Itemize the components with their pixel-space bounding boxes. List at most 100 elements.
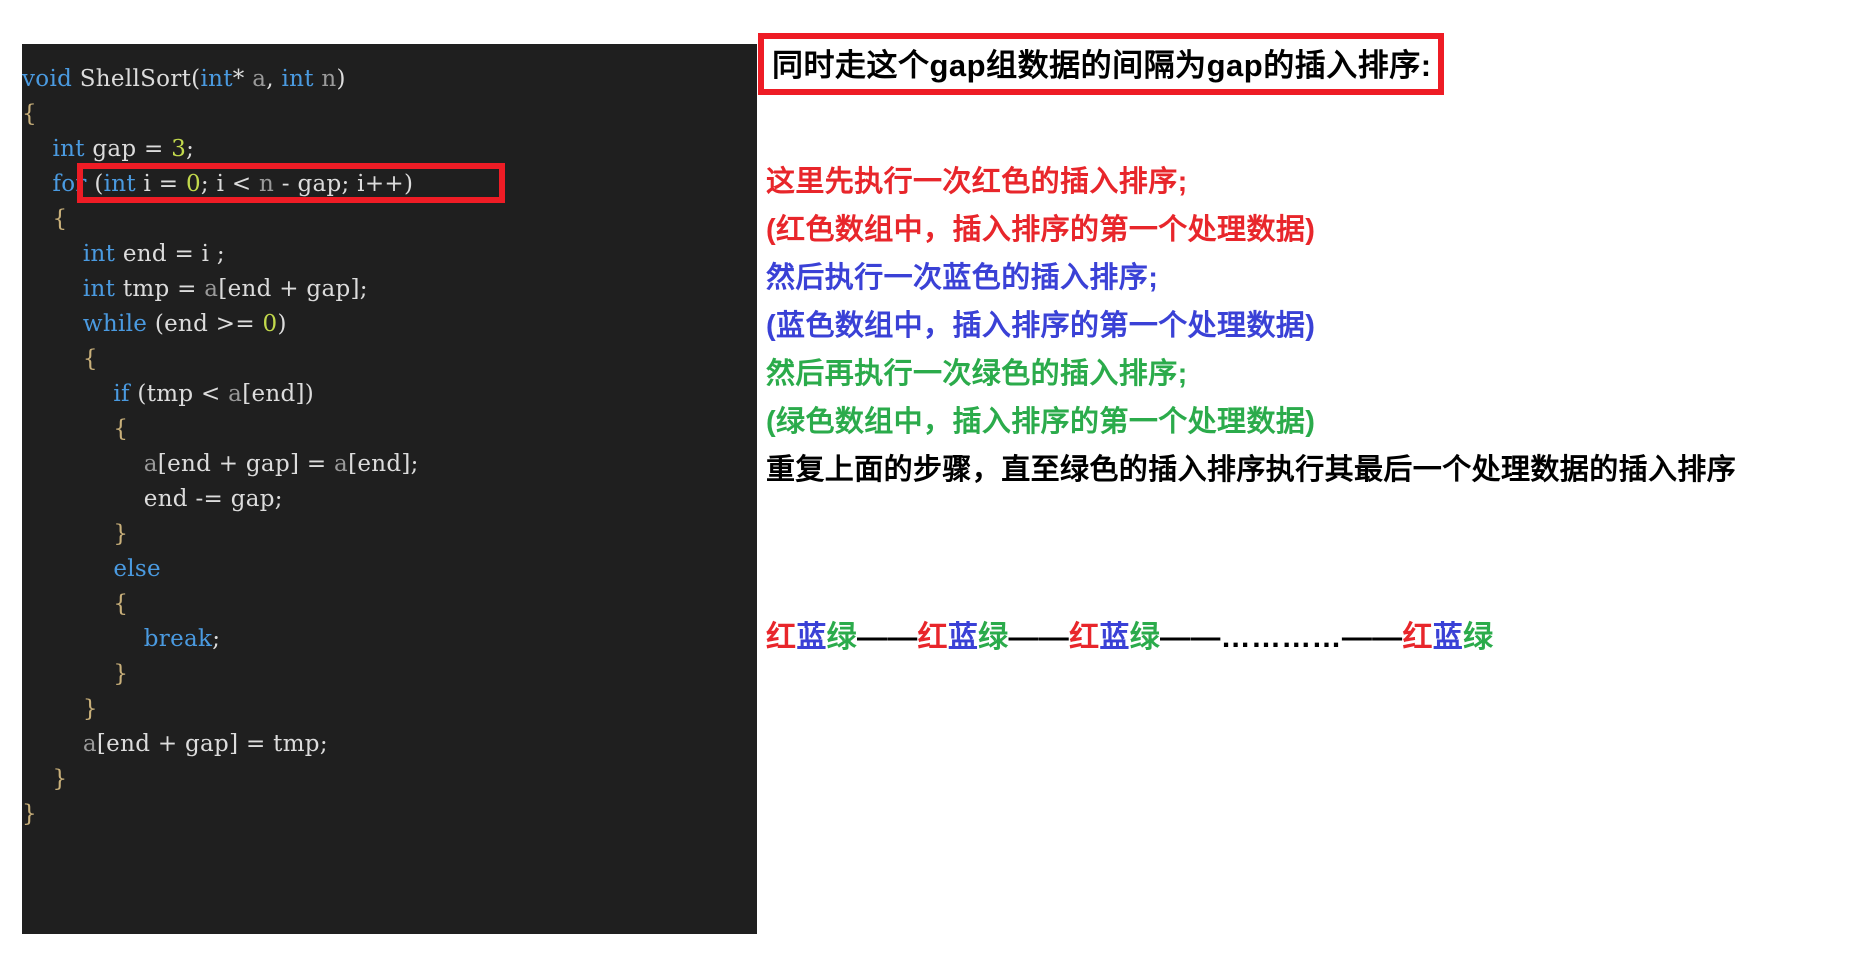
code-token: int [281,66,314,92]
sequence-segment: 蓝 [947,621,979,654]
code-line: while (end >= 0) [22,307,757,342]
code-token: int [103,171,136,197]
sequence-segment: 红 [1402,621,1433,654]
code-line: a[end + gap] = a[end]; [22,447,757,482]
code-token: ( [86,171,104,197]
code-line: } [22,762,757,797]
note-line: 然后再执行一次绿色的插入排序; [766,358,1188,390]
code-token: end -= gap; [143,486,283,512]
code-token: end = i ; [115,241,225,267]
code-token: ) [336,66,346,92]
note-line: 重复上面的步骤，直至绿色的插入排序执行其最后一个处理数据的插入排序 [766,454,1737,486]
code-line: } [22,517,757,552]
code-token: ) [277,311,287,337]
sequence-segment: 绿 [978,621,1009,654]
code-token: a [82,731,97,757]
code-token: void [22,66,80,92]
code-token: [end + gap] = tmp; [96,731,328,757]
code-token: ; i < [200,171,260,197]
code-token: [end + gap]; [218,276,368,302]
code-token: int [200,66,233,92]
code-token: i = [135,171,186,197]
code-line: { [22,202,757,237]
code-token: - gap; i++) [274,171,414,197]
code-token: int [52,136,85,162]
annotation-panel: 同时走这个gap组数据的间隔为gap的插入排序: 这里先执行一次红色的插入排序;… [757,0,1861,973]
code-line: int gap = 3; [22,132,757,167]
note-line: (红色数组中，插入排序的第一个处理数据) [766,214,1316,246]
code-editor-panel: void ShellSort(int* a, int n) { int gap =… [22,44,757,934]
sequence-segment: —— [1160,621,1221,654]
code-token: gap = [84,136,172,162]
code-token: a [228,381,243,407]
code-line: { [22,412,757,447]
code-token: { [52,206,68,232]
code-token: 3 [171,136,187,162]
code-token: { [82,346,98,372]
sequence-segment: 蓝 [1099,621,1130,654]
code-token: a [204,276,219,302]
code-token: a [334,451,349,477]
code-token: (end >= [147,311,263,337]
code-token: if [113,381,130,407]
note-line: (蓝色数组中，插入排序的第一个处理数据) [766,310,1316,342]
code-listing: void ShellSort(int* a, int n) { int gap =… [22,44,757,832]
sequence-segment: ………… [1220,621,1342,654]
code-line: if (tmp < a[end]) [22,377,757,412]
code-token: 0 [185,171,201,197]
code-token: [end + gap] = [157,451,335,477]
page-title: 同时走这个gap组数据的间隔为gap的插入排序: [772,47,1432,83]
code-token: a [143,451,158,477]
sequence-segment: 绿 [1463,621,1494,654]
code-token: while [82,311,148,337]
code-token: [end]; [348,451,419,477]
code-line: for (int i = 0; i < n - gap; i++) [22,167,757,202]
code-token: a [252,66,267,92]
note-line: 这里先执行一次红色的插入排序; [766,166,1188,198]
code-token: tmp = [115,276,205,302]
code-token: ; [186,136,195,162]
code-token: , [266,66,282,92]
code-line: else [22,552,757,587]
code-token: 0 [262,311,278,337]
code-line: { [22,587,757,622]
code-token: for [52,171,87,197]
code-token: { [113,416,129,442]
note-line-list: 这里先执行一次红色的插入排序; (红色数组中，插入排序的第一个处理数据) 然后执行一… [766,158,1856,494]
sequence-segment: —— [1008,621,1070,654]
code-token: n [321,66,337,92]
code-line: { [22,97,757,132]
code-token: n [259,171,275,197]
code-line: } [22,692,757,727]
title-callout-box: 同时走这个gap组数据的间隔为gap的插入排序: [758,33,1444,95]
sequence-line: 红蓝绿——红蓝绿——红蓝绿——…………——红蓝绿 [766,612,1493,656]
note-line: (绿色数组中，插入排序的第一个处理数据) [766,406,1316,438]
code-token: { [22,101,37,127]
code-token: break [143,626,213,652]
code-line: break; [22,622,757,657]
code-line: int tmp = a[end + gap]; [22,272,757,307]
code-token: } [113,661,129,687]
code-token: else [113,556,161,582]
sequence-segment: 绿 [826,621,857,654]
code-token: } [82,696,98,722]
code-token: int [82,241,116,267]
code-token: { [113,591,129,617]
sequence-segment: 红 [1069,621,1100,654]
code-token: } [113,521,129,547]
sequence-segment: —— [856,621,918,654]
sequence-segment: 蓝 [796,621,827,654]
sequence-segment: —— [1341,621,1403,654]
code-line: { [22,342,757,377]
code-token: } [22,801,37,827]
sequence-segment: 绿 [1129,621,1161,654]
sequence-segment: 蓝 [1432,621,1464,654]
code-line: end -= gap; [22,482,757,517]
code-token: [end]) [242,381,315,407]
sequence-segment: 红 [917,621,948,654]
note-line: 然后执行一次蓝色的插入排序; [766,262,1159,294]
code-line: void ShellSort(int* a, int n) [22,62,757,97]
code-line: } [22,657,757,692]
code-token: ; [212,626,221,652]
code-token: int [82,276,116,302]
